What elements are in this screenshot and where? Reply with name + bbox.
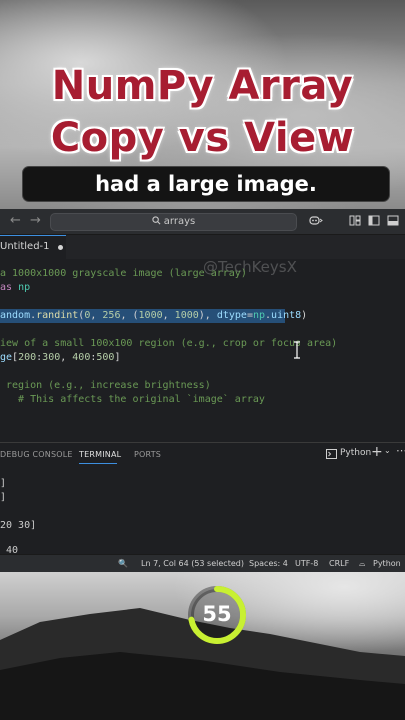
code-token: iew of a small 100x100 region (e.g., cro… [0,338,338,349]
code-line[interactable]: andom.randint(0, 256, (1000, 1000), dtyp… [0,309,307,323]
chevron-down-icon[interactable]: ⌄ [384,446,391,455]
code-token: ge [0,352,13,363]
layout-icon[interactable] [349,215,361,226]
editor-tab-bar: Untitled-1 @TechKeysX [0,235,405,276]
tab-terminal[interactable]: TERMINAL [79,450,121,459]
more-actions-icon[interactable]: ⋯ [396,444,405,457]
terminal-line: 20 30] [0,520,37,531]
unsaved-dot-icon[interactable] [58,245,63,250]
terminal-icon [326,449,337,459]
code-token: dtype [216,310,247,321]
cursor-position[interactable]: Ln 7, Col 64 (53 selected) [141,555,244,572]
encoding-setting[interactable]: UTF-8 [295,555,318,572]
tab-debug-console[interactable]: DEBUG CONSOLE [0,450,73,459]
panel-icon[interactable] [387,215,399,226]
zoom-icon[interactable]: 🔍 [118,555,128,572]
code-line[interactable] [0,323,405,337]
code-token: 1000 [138,310,163,321]
braces-icon: ⌓ [359,559,366,568]
terminal-line: ] [0,492,7,503]
status-bar: 🔍 Ln 7, Col 64 (53 selected) Spaces: 4 U… [0,554,405,572]
tab-label: Untitled-1 [0,241,50,252]
terminal-shell-label[interactable]: Python [340,448,371,458]
code-token: 500 [96,352,115,363]
code-token: ), [198,310,217,321]
video-title-line2: Copy vs View [50,115,355,161]
code-token: 1000 [174,310,199,321]
code-token: ] [114,352,121,363]
code-token: , [90,310,103,321]
search-icon [152,216,161,225]
code-token: andom [0,310,31,321]
code-token: 256 [102,310,121,321]
video-title-line1: NumPy Array [51,63,354,109]
code-line[interactable]: region (e.g., increase brightness) [0,379,405,393]
code-token: 400 [72,352,91,363]
code-token: , [60,352,73,363]
code-token: 300 [42,352,61,363]
editor-window: ← → arrays Untitled-1 @TechKeysX a 1000x… [0,209,405,572]
title-bar: ← → arrays [0,209,405,235]
code-token: randint [36,310,79,321]
sidebar-icon[interactable] [368,215,380,226]
bottom-panel: DEBUG CONSOLE TERMINAL PORTS Python + ⌄ … [0,442,405,556]
tab-ports[interactable]: PORTS [134,450,161,459]
text-cursor-icon [294,341,300,359]
code-token: uint8 [271,310,302,321]
code-token: np [252,310,266,321]
search-text: arrays [163,216,196,227]
code-token: # This affects the original `image` arra… [0,394,265,405]
terminal-line: ] [0,478,7,489]
subtitle-caption: had a large image. [22,166,390,202]
copilot-icon[interactable] [309,215,323,226]
tab-untitled-1[interactable]: Untitled-1 [0,235,66,259]
line-ending-setting[interactable]: CRLF [329,555,349,572]
new-terminal-plus-icon[interactable]: + [371,444,383,460]
code-token: as [0,282,19,293]
code-line[interactable]: ge[200:300, 400:500] [0,351,405,365]
code-line[interactable] [0,295,405,309]
code-line[interactable] [0,365,405,379]
code-line[interactable]: iew of a small 100x100 region (e.g., cro… [0,337,405,351]
forward-arrow-icon[interactable]: → [30,213,41,228]
countdown-number: 55 [202,602,232,626]
code-token: region (e.g., increase brightness) [0,380,211,391]
code-token: , ( [120,310,139,321]
code-line[interactable]: a 1000x1000 grayscale image (large array… [0,267,405,281]
language-mode[interactable]: Python [373,555,401,572]
code-token: , [162,310,175,321]
code-line[interactable]: # This affects the original `image` arra… [0,393,405,407]
code-line[interactable]: as np [0,281,405,295]
active-tab-indicator [79,463,117,464]
command-center-search[interactable]: arrays [50,213,297,231]
indentation-setting[interactable]: Spaces: 4 [249,555,288,572]
code-token: np [18,282,31,293]
back-arrow-icon[interactable]: ← [10,213,21,228]
code-token: 200 [18,352,37,363]
code-token: ) [301,310,308,321]
code-editor[interactable]: a 1000x1000 grayscale image (large array… [0,259,405,442]
code-token: a 1000x1000 grayscale image (large array… [0,268,247,279]
